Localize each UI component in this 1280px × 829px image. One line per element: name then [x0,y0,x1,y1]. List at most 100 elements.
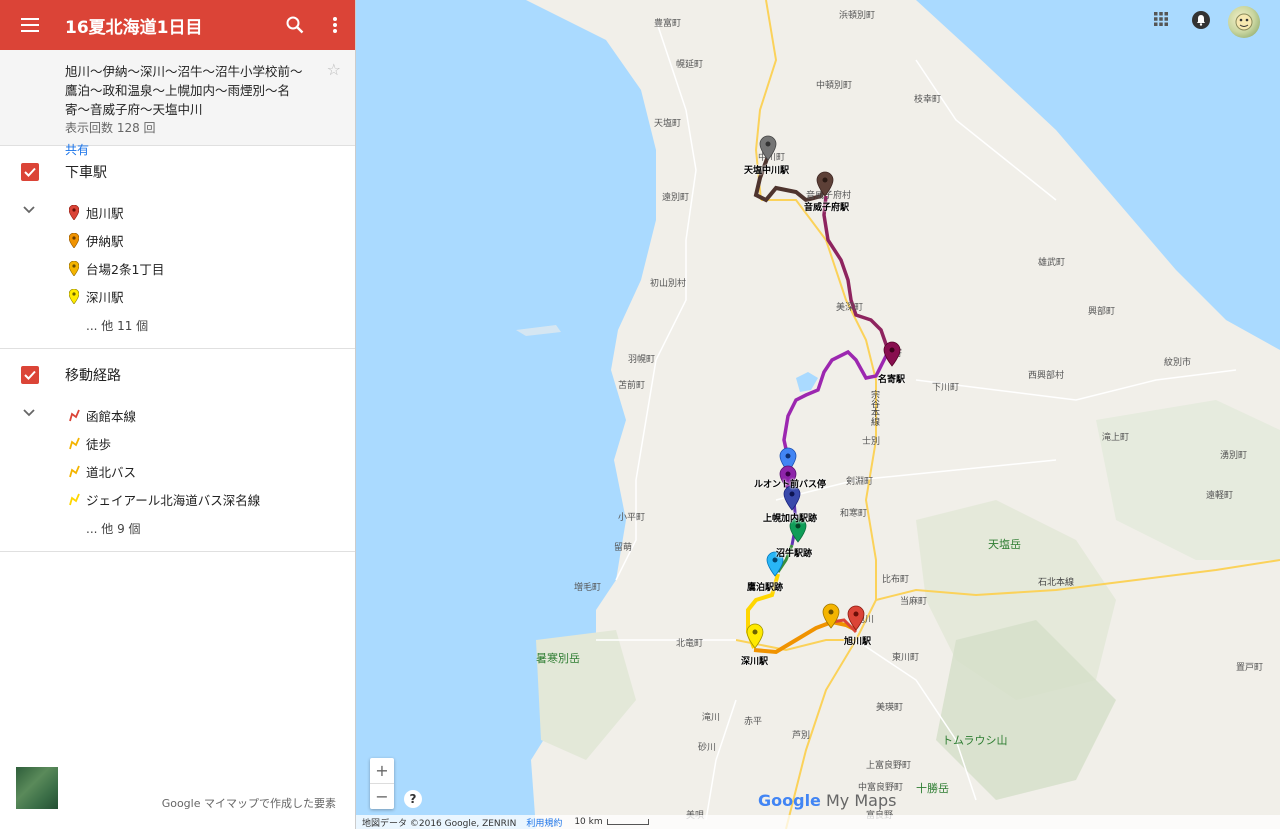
place-label: 置戸町 [1236,663,1264,673]
chevron-down-icon[interactable] [22,408,36,418]
place-label: 士別 [862,437,881,447]
route-icon [68,407,80,423]
list-item[interactable]: ジェイアール北海道バス深名線 [0,485,355,513]
list-item[interactable]: 台場2条1丁目 [0,254,355,282]
more-vert-icon [333,17,337,33]
list-item-label: 旭川駅 [86,205,124,221]
place-label: 留萌 [614,543,633,553]
bell-icon [1192,11,1210,29]
list-item[interactable]: 伊納駅 [0,226,355,254]
place-label: 興部町 [1088,307,1116,317]
road-label: 宗谷本線 [869,390,879,426]
share-link[interactable]: 共有 [65,141,305,158]
station-label[interactable]: 旭川駅 [844,634,871,647]
help-button[interactable]: ? [404,790,422,808]
station-label[interactable]: 名寄駅 [878,372,905,385]
marker-icon [68,232,80,248]
layer-title[interactable]: 下車駅 [65,162,107,182]
station-label[interactable]: 鷹泊駅跡 [747,580,783,593]
scale-label: 10 km [574,817,603,827]
more-items-link[interactable]: ... 他 9 個 [0,513,355,543]
list-item[interactable]: 旭川駅 [0,198,355,226]
more-options-button[interactable] [315,0,355,50]
layer-title[interactable]: 移動経路 [65,365,121,385]
station-label[interactable]: ルオント前バス停 [754,477,826,490]
list-item-label: 道北バス [86,464,137,480]
place-label: 北竜町 [676,639,704,649]
avatar-icon [1235,13,1253,31]
list-item[interactable]: 函館本線 [0,401,355,429]
search-button[interactable] [275,0,315,50]
layer-checkbox-stations[interactable] [21,163,39,181]
station-label[interactable]: 深川駅 [741,654,768,667]
map-title[interactable]: 16夏北海道1日目 [60,13,275,38]
list-item-label: 台場2条1丁目 [86,261,165,277]
google-mymaps-logo: Google My Maps [758,791,896,810]
station-label[interactable]: 上幌加内駅跡 [763,511,817,524]
zoom-out-button[interactable]: − [370,784,394,809]
view-count: 表示回数 128 回 [65,121,156,135]
map-attribution: 地図データ ©2016 Google, ZENRIN [362,818,517,829]
route-icon [68,463,80,479]
list-item[interactable]: 徒歩 [0,429,355,457]
place-label: 遠別町 [662,193,690,203]
mountain-label: 十勝岳 [916,782,949,795]
app-header: 16夏北海道1日目 [0,0,355,50]
place-label: 下川町 [932,383,960,393]
star-icon[interactable]: ☆ [327,60,341,79]
route-overlay [746,155,890,655]
place-label: 比布町 [882,575,910,585]
list-item-label: 伊納駅 [86,233,124,249]
place-label: 中頓別町 [816,81,853,91]
place-label: 豊富町 [654,19,682,29]
map-canvas[interactable]: 浜頓別町 豊富町 幌延町 中頓別町 枝幸町 天塩町 中川町 遠別町 音威子府村 … [356,0,1280,829]
apps-button[interactable] [1154,12,1174,32]
list-item[interactable]: 道北バス [0,457,355,485]
description-text: 旭川〜伊納〜深川〜沼牛〜沼牛小学校前〜鷹泊〜政和温泉〜上幌加内〜雨煙別〜名寄〜音… [65,64,303,117]
place-label: 剣淵町 [846,477,874,487]
avatar[interactable] [1228,6,1260,38]
more-items-link[interactable]: ... 他 11 個 [0,310,355,340]
list-item-label: 函館本線 [86,408,137,424]
basemap-thumbnail[interactable] [16,767,58,809]
place-label: 名寄 [884,349,903,359]
list-item-label: 深川駅 [86,289,124,305]
place-label: 西興部村 [1028,371,1065,381]
search-icon [286,16,304,34]
layer-checkbox-routes[interactable] [21,366,39,384]
station-label[interactable]: 音威子府駅 [804,200,849,213]
place-label: 天塩町 [654,119,682,129]
layer-stations: 下車駅 旭川駅 伊納駅 台場2条1丁目 深川駅 ... 他 11 個 [0,146,355,349]
check-icon [24,167,36,177]
chevron-down-icon[interactable] [22,205,36,215]
place-label: 雄武町 [1038,258,1066,268]
route-fukagawa-asahikawa [753,619,857,655]
place-label: 美深町 [836,303,864,313]
terms-link[interactable]: 利用規約 [526,816,562,829]
list-item-label: ジェイアール北海道バス深名線 [86,492,261,508]
list-item-label: 徒歩 [86,436,112,452]
place-label: 和寒町 [840,509,868,519]
station-label[interactable]: 天塩中川駅 [744,163,789,176]
map-description: 旭川〜伊納〜深川〜沼牛〜沼牛小学校前〜鷹泊〜政和温泉〜上幌加内〜雨煙別〜名寄〜音… [0,50,355,157]
place-label: 旭川 [856,615,875,625]
zoom-in-button[interactable]: + [370,758,394,784]
marker-icon [68,288,80,304]
route-otoineppu-nayoro [822,195,890,351]
place-label: 赤平 [744,717,763,727]
hamburger-icon [21,18,39,32]
notifications-button[interactable] [1192,11,1214,33]
marker-icon [68,260,80,276]
layer-routes: 移動経路 函館本線 徒歩 道北バス ジェイアール北海道バス深名線 ... 他 9… [0,349,355,552]
place-label: 砂川 [698,743,717,753]
mymaps-credit: Google マイマップで作成した要素 [161,797,336,810]
sidebar-footer: Google マイマップで作成した要素 [0,767,356,811]
place-label: 遠軽町 [1206,491,1234,501]
place-label: 初山別村 [650,279,687,289]
list-item[interactable]: 深川駅 [0,282,355,310]
place-label: 湧別町 [1220,451,1248,461]
apps-grid-icon [1154,12,1168,26]
station-label[interactable]: 沼牛駅跡 [776,546,812,559]
menu-button[interactable] [0,0,60,50]
check-icon [24,370,36,380]
